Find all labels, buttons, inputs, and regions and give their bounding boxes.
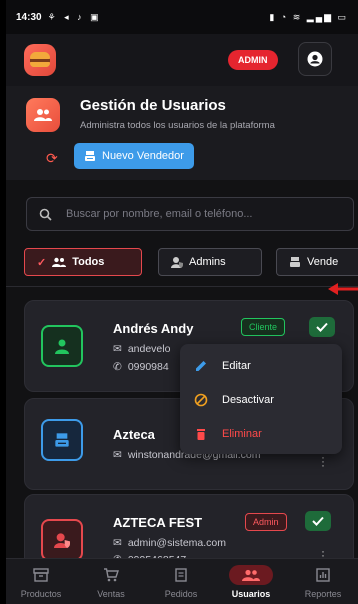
filter-label: Todos (72, 256, 105, 268)
search-icon (39, 208, 52, 221)
arrow-left-icon (328, 283, 358, 295)
role-badge: Admin (245, 513, 287, 531)
search-bar (26, 197, 354, 231)
mail-icon: ✉ (113, 343, 122, 355)
status-bar: 14:30 ⚘ ◂ ♪ ▣ ▮ ◔ ≋ ▂▄▆ ▭ (6, 0, 358, 34)
register-icon (41, 419, 83, 461)
menu-item-deactivate[interactable]: Desactivar (194, 390, 274, 410)
app-screen: 14:30 ⚘ ◂ ♪ ▣ ▮ ◔ ≋ ▂▄▆ ▭ ADMIN Gestión … (6, 0, 358, 604)
admin-avatar-icon (41, 519, 83, 561)
bottom-navigation: Productos Ventas Pedidos Usuarios Report… (6, 558, 358, 604)
filter-chips: ✓ Todos Admins Vende (24, 248, 358, 276)
page-subtitle: Administra todos los usuarios de la plat… (80, 120, 275, 131)
tab-ventas[interactable]: Ventas (76, 559, 146, 604)
filter-label: Admins (189, 256, 226, 268)
pencil-icon (196, 361, 206, 371)
mail-icon: ✉ (113, 449, 122, 461)
users-icon (242, 569, 260, 581)
profile-button[interactable] (298, 42, 332, 76)
notification-icons: ⚘ ◂ ♪ ▣ (47, 11, 102, 22)
mail-icon: ✉ (113, 537, 122, 549)
receipt-icon (175, 568, 187, 582)
tab-pedidos[interactable]: Pedidos (146, 559, 216, 604)
status-time: 14:30 (16, 11, 42, 23)
search-input[interactable] (66, 208, 326, 220)
tab-reportes[interactable]: Reportes (288, 559, 358, 604)
user-avatar-icon (41, 325, 83, 367)
chart-icon (316, 568, 330, 582)
check-icon (316, 322, 328, 332)
burger-logo-icon (24, 44, 56, 76)
user-email: ✉ andevelo (113, 343, 171, 355)
status-toggle[interactable] (309, 317, 335, 337)
trash-icon (197, 429, 205, 440)
status-toggle[interactable] (305, 511, 331, 531)
top-app-bar: ADMIN (6, 34, 358, 86)
user-name: Andrés Andy (113, 321, 194, 336)
check-icon: ✓ (37, 256, 47, 269)
role-badge: Cliente (241, 318, 286, 336)
register-icon (85, 151, 95, 161)
page-title: Gestión de Usuarios (80, 97, 226, 114)
box-icon (33, 568, 49, 582)
admin-badge: ADMIN (228, 50, 278, 70)
new-vendor-label: Nuevo Vendedor (102, 150, 184, 162)
cart-icon (104, 568, 119, 582)
context-menu: Editar Desactivar Eliminar (180, 344, 342, 454)
page-header: Gestión de Usuarios Administra todos los… (6, 86, 358, 180)
filter-chip-vendedores[interactable]: Vende (276, 248, 358, 276)
menu-item-delete[interactable]: Eliminar (194, 424, 262, 444)
users-icon (52, 257, 67, 267)
user-name: Azteca (113, 427, 155, 442)
phone-icon: ✆ (113, 361, 122, 373)
menu-item-edit[interactable]: Editar (194, 356, 251, 376)
tab-productos[interactable]: Productos (6, 559, 76, 604)
user-phone: ✆ 0990984 (113, 361, 169, 373)
new-vendor-button[interactable]: Nuevo Vendedor (74, 143, 194, 169)
admin-shield-icon (171, 257, 183, 268)
system-icons: ▮ ◔ ≋ ▂▄▆ ▭ (269, 11, 348, 22)
block-icon (194, 393, 208, 407)
filter-label: Vende (307, 256, 339, 268)
check-icon (312, 516, 324, 526)
more-options-icon[interactable]: ··· (321, 451, 325, 471)
user-name: AZTECA FEST (113, 515, 203, 530)
filter-chip-todos[interactable]: ✓ Todos (24, 248, 142, 276)
tab-usuarios[interactable]: Usuarios (216, 559, 286, 604)
divider (6, 286, 358, 287)
users-group-icon (26, 98, 60, 132)
filter-chip-admins[interactable]: Admins (158, 248, 262, 276)
account-icon (307, 51, 323, 67)
user-email: ✉ admin@sistema.com (113, 537, 226, 549)
refresh-icon[interactable]: ⟳ (46, 150, 58, 167)
register-icon (290, 257, 300, 267)
